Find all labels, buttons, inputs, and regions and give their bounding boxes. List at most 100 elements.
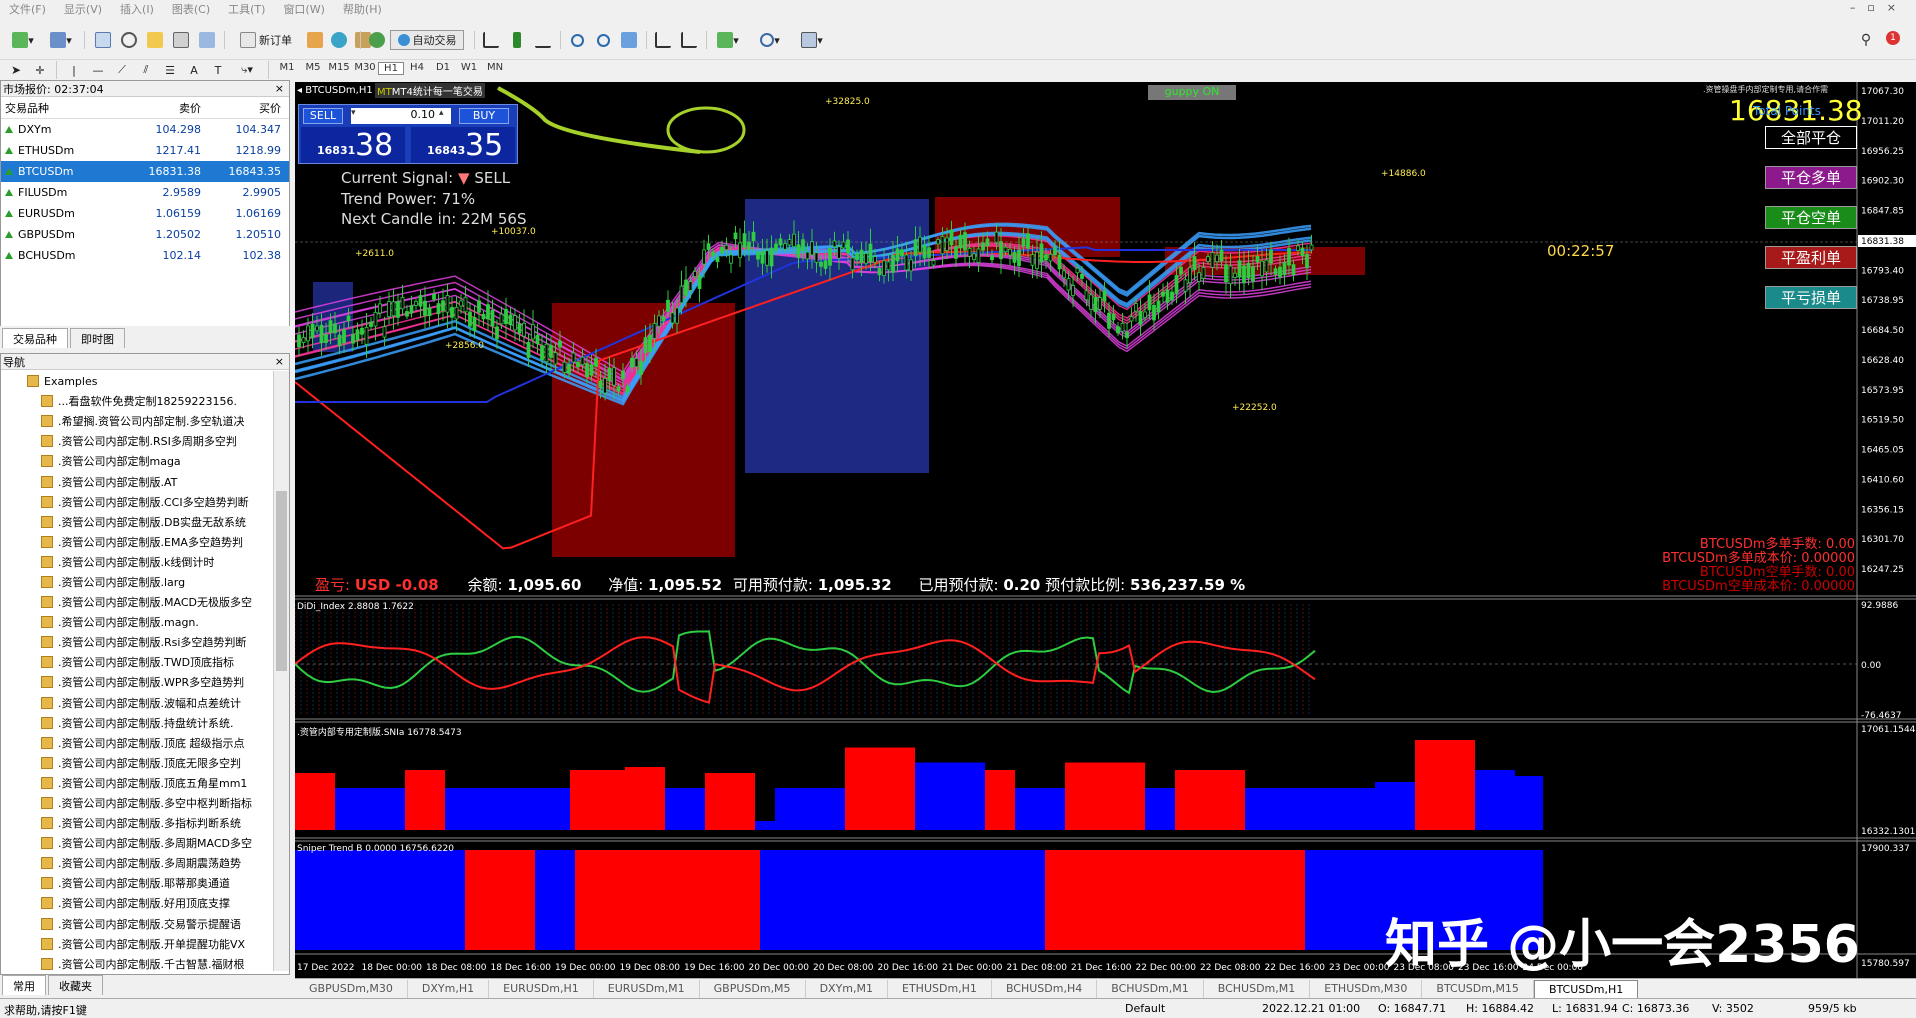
navigator-item[interactable]: .资管公司内部定制版.AT — [1, 471, 273, 491]
navigator-item[interactable]: .资管公司内部定制版.多周期震荡趋势 — [1, 853, 273, 873]
navigator-item[interactable]: .资管公司内部定制maga — [1, 451, 273, 471]
signals-button[interactable] — [366, 30, 388, 50]
sell-price-box[interactable]: 16831 38 — [301, 127, 405, 163]
channel-tool[interactable]: ⫽ — [136, 60, 156, 80]
candle-chart-button[interactable] — [506, 30, 528, 50]
chart-tab[interactable]: ETHUSDm,H1 — [888, 979, 992, 998]
close-icon[interactable]: × — [275, 82, 284, 95]
market-watch-row[interactable]: BCHUSDm 102.14 102.38 — [1, 245, 289, 266]
navigator-item[interactable]: .资管公司内部定制版.好用顶底支撑 — [1, 893, 273, 913]
buy-button[interactable]: BUY — [459, 108, 509, 124]
navigator-item[interactable]: ...看盘软件免费定制18259223156. — [1, 391, 273, 411]
navigator-item[interactable]: .资管公司内部定制版.千古智慧.福财根 — [1, 954, 273, 971]
navigator-item[interactable]: .资管公司内部定制版.多指标判断系统 — [1, 813, 273, 833]
chart-window[interactable]: 17067.30 17011.20 16956.25 16902.30 16847.85… — [295, 82, 1916, 978]
indicators-button[interactable]: ▾ — [712, 30, 744, 50]
market-watch-row[interactable]: GBPUSDm 1.20502 1.20510 — [1, 224, 289, 245]
navigator-item[interactable]: .资管公司内部定制版.WPR多空趋势判 — [1, 672, 273, 692]
menu-insert[interactable]: 插入(I) — [111, 1, 163, 17]
column-symbol[interactable]: 交易品种 — [1, 100, 123, 116]
timeframe-h4[interactable]: H4 — [404, 62, 430, 73]
close-short-button[interactable]: 平仓空单 — [1765, 206, 1857, 229]
chart-tab[interactable]: BCHUSDm,H4 — [992, 979, 1098, 998]
chart-tab[interactable]: BCHUSDm,M1 — [1204, 979, 1311, 998]
column-ask[interactable]: 买价 — [205, 100, 285, 116]
fibonacci-tool[interactable]: ☰ — [160, 60, 180, 80]
navigator-item[interactable]: .资管公司内部定制版.CCI多空趋势判断 — [1, 492, 273, 512]
menu-tools[interactable]: 工具(T) — [219, 1, 274, 17]
zoom-out-button[interactable] — [592, 30, 614, 50]
navigator-item[interactable]: .资管公司内部定制版.顶底 超级指示点 — [1, 733, 273, 753]
market-watch-button[interactable] — [92, 30, 114, 50]
text-tool[interactable]: A — [184, 60, 204, 80]
horizontal-line-tool[interactable]: — — [88, 60, 108, 80]
trendline-tool[interactable]: ⟋ — [112, 60, 132, 80]
sell-button[interactable]: SELL — [303, 108, 343, 124]
chart-tab[interactable]: ETHUSDm,M30 — [1310, 979, 1423, 998]
navigator-item[interactable]: .资管公司内部定制版.多周期MACD多空 — [1, 833, 273, 853]
price-scale[interactable]: 17067.30 17011.20 16956.25 16902.30 16847.85… — [1861, 87, 1916, 969]
navigator-item[interactable]: .资管公司内部定制版.波幅和点差统计 — [1, 693, 273, 713]
periods-button[interactable]: ▾ — [754, 30, 786, 50]
label-tool[interactable]: T — [208, 60, 228, 80]
bar-chart-button[interactable] — [480, 30, 502, 50]
navigator-item[interactable]: .资管公司内部定制版.开单提醒功能VX — [1, 934, 273, 954]
tile-windows-button[interactable] — [618, 30, 640, 50]
timeframe-d1[interactable]: D1 — [430, 62, 456, 73]
menu-view[interactable]: 显示(V) — [55, 1, 111, 17]
chart-shift-button[interactable] — [652, 30, 674, 50]
chart-tab[interactable]: GBPUSDm,M30 — [295, 979, 408, 998]
navigator-item[interactable]: .资管公司内部定制版.MACD无极版多空 — [1, 592, 273, 612]
navigator-button[interactable] — [144, 30, 166, 50]
lot-size-input[interactable]: 0.10 — [363, 108, 439, 124]
navigator-scrollbar[interactable] — [273, 371, 289, 971]
menu-charts[interactable]: 图表(C) — [163, 1, 219, 17]
lot-up-button[interactable]: ▴ — [439, 108, 451, 124]
navigator-item[interactable]: Examples — [1, 371, 273, 391]
navigator-item[interactable]: .资管公司内部定制版.顶底无限多空判 — [1, 753, 273, 773]
timeframe-m5[interactable]: M5 — [300, 62, 326, 73]
chart-canvas[interactable]: 17067.30 17011.20 16956.25 16902.30 16847.85… — [295, 82, 1916, 978]
close-long-button[interactable]: 平仓多单 — [1765, 166, 1857, 189]
market-watch-row[interactable]: DXYm 104.298 104.347 — [1, 119, 289, 140]
market-watch-row[interactable]: ETHUSDm 1217.41 1218.99 — [1, 140, 289, 161]
timeframe-m30[interactable]: M30 — [352, 62, 378, 73]
navigator-item[interactable]: .希望搁.资管公司内部定制.多空轨道决 — [1, 411, 273, 431]
templates-button[interactable]: ▾ — [796, 30, 828, 50]
chart-tab[interactable]: EURUSDm,H1 — [489, 979, 594, 998]
market-watch-row[interactable]: FILUSDm 2.9589 2.9905 — [1, 182, 289, 203]
column-bid[interactable]: 卖价 — [123, 100, 205, 116]
crosshair-tool[interactable]: ✛ — [30, 60, 50, 80]
status-profile[interactable]: Default — [1125, 1002, 1165, 1015]
navigator-item[interactable]: .资管公司内部定制版.多空中枢判断指标 — [1, 793, 273, 813]
navigator-item[interactable]: .资管公司内部定制版.DB实盘无敌系统 — [1, 512, 273, 532]
close-icon[interactable]: × — [275, 355, 284, 368]
timeframe-h1[interactable]: H1 — [378, 62, 404, 75]
shapes-tool[interactable]: ⤷▾ — [232, 60, 262, 80]
timeframe-w1[interactable]: W1 — [456, 62, 482, 73]
chart-tab[interactable]: BCHUSDm,M1 — [1097, 979, 1204, 998]
navigator-item[interactable]: .资管公司内部定制版.larg — [1, 572, 273, 592]
menu-help[interactable]: 帮助(H) — [334, 1, 391, 17]
lot-down-button[interactable]: ▾ — [351, 108, 363, 124]
tab-favorites[interactable]: 收藏夹 — [48, 975, 103, 995]
data-window-button[interactable] — [118, 30, 140, 50]
timeframe-m15[interactable]: M15 — [326, 62, 352, 73]
market-watch-row[interactable]: EURUSDm 1.06159 1.06169 — [1, 203, 289, 224]
navigator-item[interactable]: .资管公司内部定制版.持盘统计系统. — [1, 713, 273, 733]
chart-tab[interactable]: EURUSDm,M1 — [594, 979, 700, 998]
new-chart-button[interactable]: ▾ — [6, 30, 40, 50]
navigator-item[interactable]: .资管公司内部定制版.EMA多空趋势判 — [1, 532, 273, 552]
navigator-item[interactable]: .资管公司内部定制版.Rsi多空趋势判断 — [1, 632, 273, 652]
auto-scroll-button[interactable] — [678, 30, 700, 50]
search-button[interactable]: ⚲ — [1855, 30, 1877, 50]
market-watch-row[interactable]: BTCUSDm 16831.38 16843.35 — [1, 161, 289, 182]
chart-tab[interactable]: DXYm,H1 — [408, 979, 490, 998]
strategy-tester-button[interactable] — [196, 30, 218, 50]
guppy-toggle[interactable]: guppy ON — [1148, 85, 1236, 100]
close-loss-button[interactable]: 平亏损单 — [1765, 286, 1857, 309]
terminal-button[interactable] — [170, 30, 192, 50]
tab-tick-chart[interactable]: 即时图 — [70, 328, 125, 348]
notifications-button[interactable]: 1 — [1882, 28, 1904, 48]
tab-common[interactable]: 常用 — [2, 975, 46, 995]
